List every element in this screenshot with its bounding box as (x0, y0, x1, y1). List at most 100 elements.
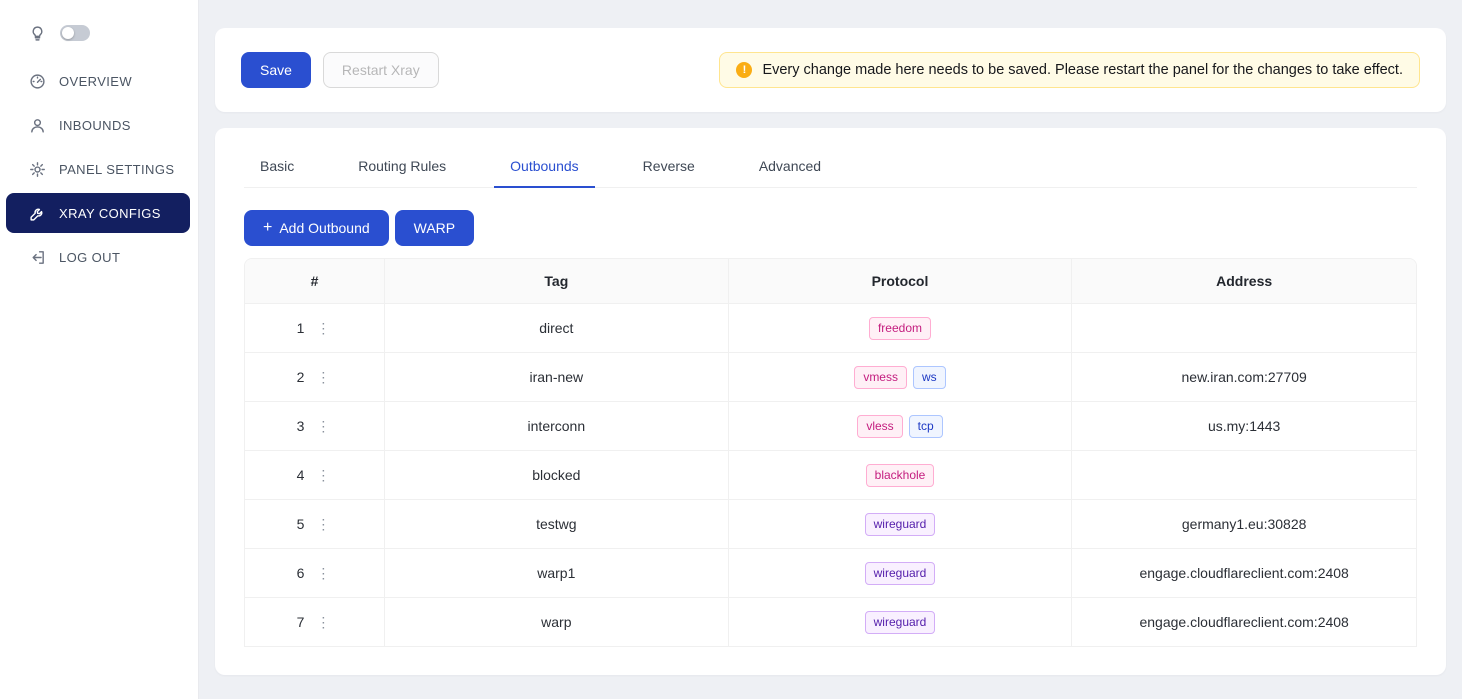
table-row: 5 ⋮ testwg wireguard germany1.eu:30828 (245, 499, 1416, 548)
protocol-badge: vless (857, 415, 902, 438)
add-outbound-label: Add Outbound (279, 218, 369, 238)
warp-button[interactable]: WARP (395, 210, 474, 246)
app: OVERVIEW INBOUNDS PANEL SETTINGS XRAY CO… (0, 0, 1462, 699)
row-menu-icon[interactable]: ⋮ (314, 613, 332, 631)
row-menu-icon[interactable]: ⋮ (314, 564, 332, 582)
logout-icon (29, 249, 46, 266)
row-tag: warp (385, 598, 729, 646)
save-button[interactable]: Save (241, 52, 311, 88)
row-number: 2 (297, 369, 305, 385)
wrench-icon (29, 205, 46, 222)
table-row: 6 ⋮ warp1 wireguard engage.cloudflarecli… (245, 548, 1416, 597)
row-address: engage.cloudflareclient.com:2408 (1072, 598, 1416, 646)
outbounds-table: # Tag Protocol Address 1 ⋮ direct freedo… (244, 258, 1417, 647)
row-tag: interconn (385, 402, 729, 450)
row-protocols: vless tcp (729, 402, 1073, 450)
tab-outbounds[interactable]: Outbounds (494, 146, 595, 188)
tab-reverse[interactable]: Reverse (627, 146, 711, 187)
table-row: 1 ⋮ direct freedom (245, 303, 1416, 352)
sidebar-nav: OVERVIEW INBOUNDS PANEL SETTINGS XRAY CO… (0, 61, 198, 277)
column-header-tag: Tag (385, 259, 729, 303)
row-menu-icon[interactable]: ⋮ (314, 319, 332, 337)
row-address: new.iran.com:27709 (1072, 353, 1416, 401)
sidebar-item-label: PANEL SETTINGS (59, 162, 174, 177)
row-protocols: wireguard (729, 549, 1073, 597)
sidebar-item-overview[interactable]: OVERVIEW (0, 61, 190, 101)
row-number-cell: 5 ⋮ (245, 500, 385, 548)
row-number: 1 (297, 320, 305, 336)
sidebar-item-label: INBOUNDS (59, 118, 131, 133)
row-menu-icon[interactable]: ⋮ (314, 515, 332, 533)
plus-icon: + (263, 221, 272, 235)
sidebar-item-inbounds[interactable]: INBOUNDS (0, 105, 190, 145)
alert-text: Every change made here needs to be saved… (762, 62, 1403, 78)
row-address (1072, 451, 1416, 499)
xray-configs-card: Basic Routing Rules Outbounds Reverse Ad… (215, 128, 1446, 675)
row-protocols: blackhole (729, 451, 1073, 499)
table-row: 3 ⋮ interconn vless tcp us.my:1443 (245, 401, 1416, 450)
row-number-cell: 4 ⋮ (245, 451, 385, 499)
row-number-cell: 6 ⋮ (245, 549, 385, 597)
restart-xray-button[interactable]: Restart Xray (323, 52, 439, 88)
row-menu-icon[interactable]: ⋮ (314, 417, 332, 435)
sidebar-item-label: LOG OUT (59, 250, 120, 265)
theme-toggle[interactable] (60, 25, 90, 41)
column-header-protocol: Protocol (729, 259, 1073, 303)
table-body: 1 ⋮ direct freedom 2 ⋮ iran-new vmessws … (245, 303, 1416, 647)
tab-basic[interactable]: Basic (244, 146, 310, 187)
add-outbound-button[interactable]: + Add Outbound (244, 210, 389, 246)
table-row: 4 ⋮ blocked blackhole (245, 450, 1416, 499)
protocol-badge: ws (913, 366, 946, 389)
protocol-badge: wireguard (865, 611, 936, 634)
row-menu-icon[interactable]: ⋮ (314, 466, 332, 484)
warning-icon: ! (736, 62, 752, 78)
row-tag: iran-new (385, 353, 729, 401)
row-number-cell: 2 ⋮ (245, 353, 385, 401)
row-address (1072, 304, 1416, 352)
row-address: us.my:1443 (1072, 402, 1416, 450)
toggle-knob (62, 27, 74, 39)
row-tag: direct (385, 304, 729, 352)
protocol-badge: wireguard (865, 562, 936, 585)
row-number-cell: 3 ⋮ (245, 402, 385, 450)
tab-routing-rules[interactable]: Routing Rules (342, 146, 462, 187)
column-header-number: # (245, 259, 385, 303)
column-header-address: Address (1072, 259, 1416, 303)
row-number: 6 (297, 565, 305, 581)
row-number: 4 (297, 467, 305, 483)
sidebar-item-xray-configs[interactable]: XRAY CONFIGS (6, 193, 190, 233)
dashboard-icon (29, 73, 46, 90)
sidebar-item-label: OVERVIEW (59, 74, 132, 89)
row-tag: warp1 (385, 549, 729, 597)
outbound-actions: + Add Outbound WARP (244, 210, 1417, 246)
table-row: 7 ⋮ warp wireguard engage.cloudflareclie… (245, 597, 1416, 647)
gear-icon (29, 161, 46, 178)
row-protocols: freedom (729, 304, 1073, 352)
protocol-badge: blackhole (866, 464, 935, 487)
row-number: 7 (297, 614, 305, 630)
row-number: 3 (297, 418, 305, 434)
save-button-group: Save Restart Xray (241, 52, 439, 88)
save-bar-card: Save Restart Xray ! Every change made he… (215, 28, 1446, 112)
sidebar-item-log-out[interactable]: LOG OUT (0, 237, 190, 277)
main-content: Save Restart Xray ! Every change made he… (199, 0, 1462, 699)
protocol-badge: vmess (854, 366, 907, 389)
protocol-badge: freedom (869, 317, 931, 340)
sidebar-item-label: XRAY CONFIGS (59, 206, 161, 221)
table-header-row: # Tag Protocol Address (245, 259, 1416, 303)
sidebar-item-panel-settings[interactable]: PANEL SETTINGS (0, 149, 190, 189)
tabs-bar: Basic Routing Rules Outbounds Reverse Ad… (244, 146, 1417, 188)
row-address: germany1.eu:30828 (1072, 500, 1416, 548)
tab-advanced[interactable]: Advanced (743, 146, 837, 187)
row-protocols: vmessws (729, 353, 1073, 401)
table-row: 2 ⋮ iran-new vmessws new.iran.com:27709 (245, 352, 1416, 401)
lightbulb-icon (29, 25, 46, 42)
row-protocols: wireguard (729, 598, 1073, 646)
user-icon (29, 117, 46, 134)
row-protocols: wireguard (729, 500, 1073, 548)
row-number-cell: 7 ⋮ (245, 598, 385, 646)
row-number: 5 (297, 516, 305, 532)
protocol-badge: wireguard (865, 513, 936, 536)
protocol-badge: tcp (909, 415, 943, 438)
row-menu-icon[interactable]: ⋮ (314, 368, 332, 386)
